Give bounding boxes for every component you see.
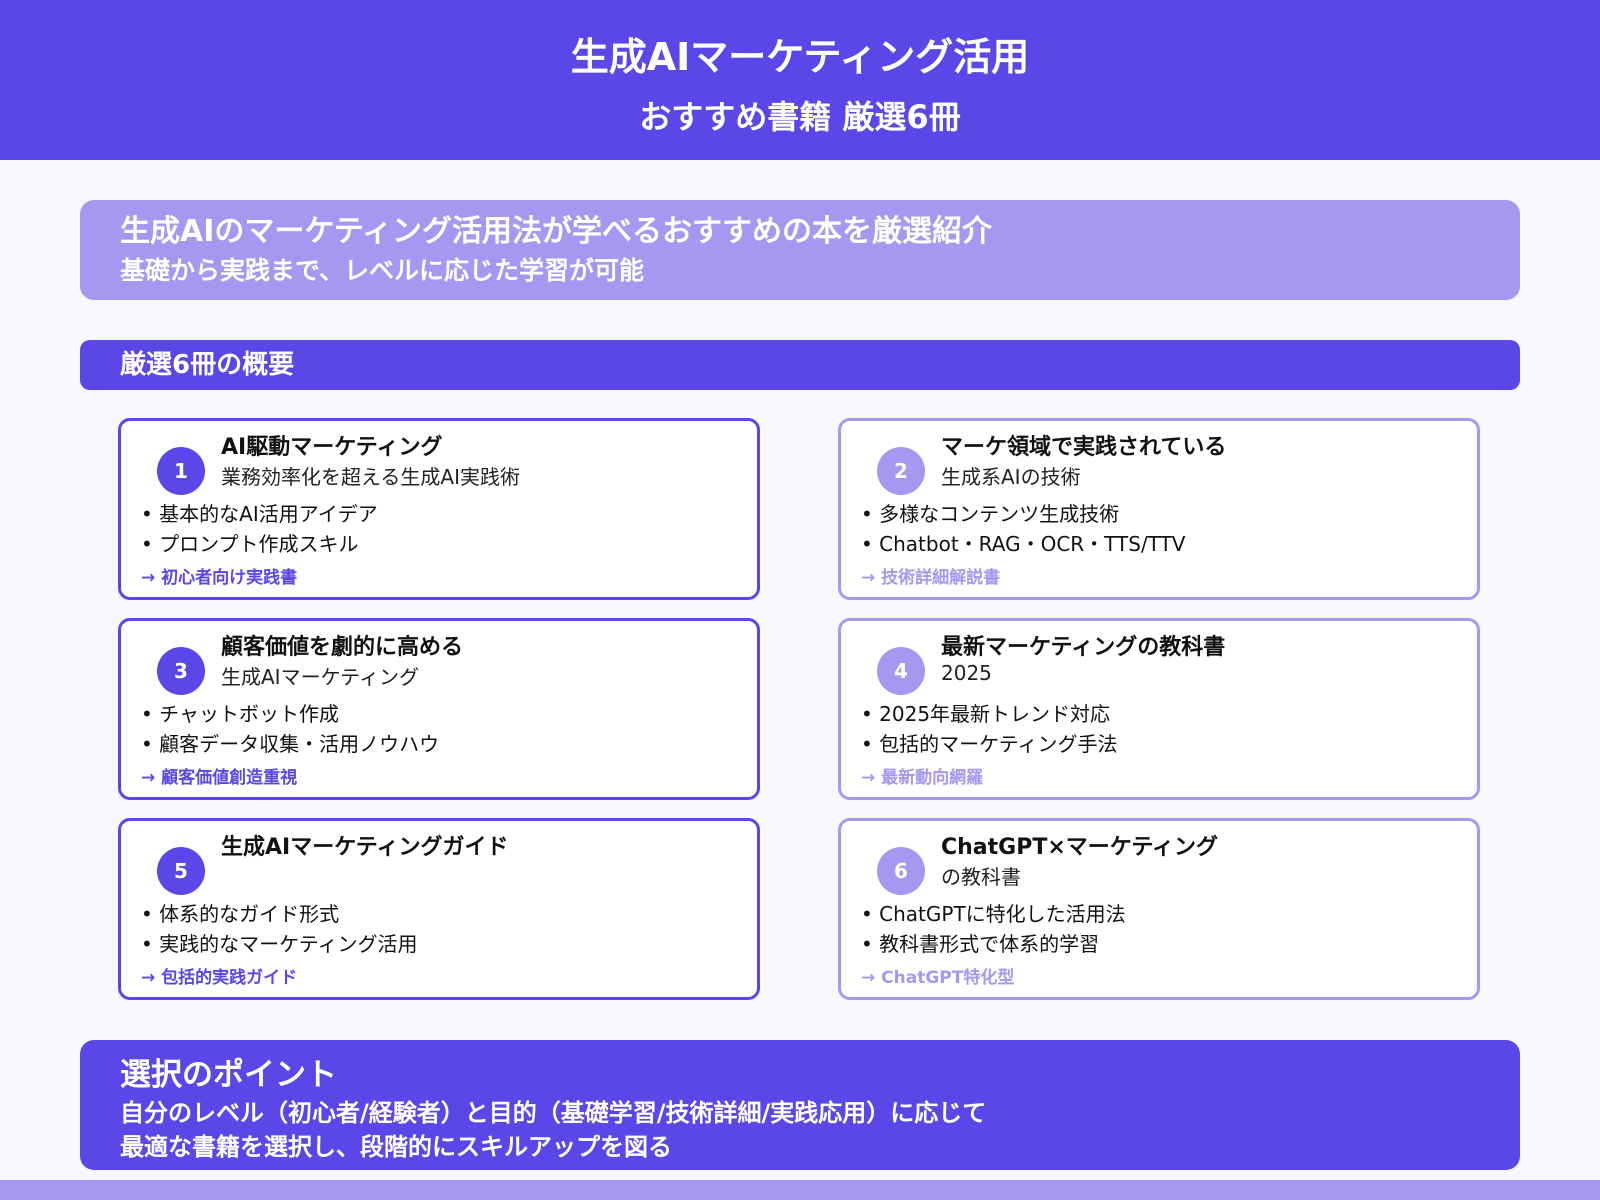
book-number-badge: 1 [157,447,205,495]
book-subtitle: 2025 [941,661,992,685]
book-category-tag: → ChatGPT特化型 [861,968,1015,988]
book-subtitle: 業務効率化を超える生成AI実践術 [221,465,520,489]
book-category-tag: → 顧客価値創造重視 [141,768,298,788]
section-header: 厳選6冊の概要 [80,340,1520,390]
book-features: ChatGPTに特化した活用法 教科書形式で体系的学習 [861,899,1126,959]
book-category-tag: → 技術詳細解説書 [861,568,1001,588]
book-title: 生成AIマーケティングガイド [221,835,509,860]
book-feature: 体系的なガイド形式 [141,899,418,929]
book-number-badge: 2 [877,447,925,495]
book-features: 体系的なガイド形式 実践的なマーケティング活用 [141,899,418,959]
book-card-3: 3 顧客価値を劇的に高める 生成AIマーケティング チャットボット作成 顧客デー… [118,618,760,800]
selection-points-title: 選択のポイント [120,1057,337,1093]
book-title: AI駆動マーケティング [221,435,443,460]
selection-points-text: 自分のレベル（初心者/経験者）と目的（基礎学習/技術詳細/実践応用）に応じて [120,1099,987,1127]
intro-headline: 生成AIのマーケティング活用法が学べるおすすめの本を厳選紹介 [120,214,992,249]
book-feature: 顧客データ収集・活用ノウハウ [141,729,439,759]
book-subtitle: 生成AIマーケティング [221,665,419,689]
page-subtitle: おすすめ書籍 厳選6冊 [639,98,961,136]
book-card-5: 5 生成AIマーケティングガイド 体系的なガイド形式 実践的なマーケティング活用… [118,818,760,1000]
book-feature: 包括的マーケティング手法 [861,729,1117,759]
book-subtitle: 生成系AIの技術 [941,465,1081,489]
book-card-1: 1 AI駆動マーケティング 業務効率化を超える生成AI実践術 基本的なAI活用ア… [118,418,760,600]
book-subtitle: の教科書 [941,865,1021,889]
book-feature: 実践的なマーケティング活用 [141,929,417,959]
book-title: ChatGPT×マーケティング [941,835,1219,860]
book-features: 2025年最新トレンド対応 包括的マーケティング手法 [861,699,1118,759]
book-feature: 多様なコンテンツ生成技術 [861,499,1185,529]
book-feature: 2025年最新トレンド対応 [861,699,1118,729]
book-number-badge: 5 [157,847,205,895]
book-card-4: 4 最新マーケティングの教科書 2025 2025年最新トレンド対応 包括的マー… [838,618,1480,800]
book-feature: 教科書形式で体系的学習 [861,929,1126,959]
book-features: 基本的なAI活用アイデア プロンプト作成スキル [141,499,378,559]
book-number-badge: 3 [157,647,205,695]
book-category-tag: → 初心者向け実践書 [141,568,298,588]
book-feature: ChatGPTに特化した活用法 [861,899,1126,929]
footer-bar [0,1180,1600,1200]
book-features: チャットボット作成 顧客データ収集・活用ノウハウ [141,699,439,759]
book-number-badge: 4 [877,647,925,695]
book-category-tag: → 包括的実践ガイド [141,968,298,988]
book-feature: チャットボット作成 [141,699,439,729]
book-feature: 基本的なAI活用アイデア [141,499,378,529]
book-title: 顧客価値を劇的に高める [221,635,464,660]
page-title: 生成AIマーケティング活用 [570,35,1030,79]
book-category-tag: → 最新動向網羅 [861,768,984,788]
book-card-6: 6 ChatGPT×マーケティング の教科書 ChatGPTに特化した活用法 教… [838,818,1480,1000]
book-title: 最新マーケティングの教科書 [941,635,1226,660]
selection-points-text: 最適な書籍を選択し、段階的にスキルアップを図る [120,1133,672,1161]
selection-points-panel: 選択のポイント 自分のレベル（初心者/経験者）と目的（基礎学習/技術詳細/実践応… [80,1040,1520,1170]
page-header: 生成AIマーケティング活用 おすすめ書籍 厳選6冊 [0,0,1600,160]
book-features: 多様なコンテンツ生成技術 Chatbot・RAG・OCR・TTS/TTV [861,499,1185,559]
book-title: マーケ領域で実践されている [941,435,1227,460]
intro-description: 基礎から実践まで、レベルに応じた学習が可能 [120,256,645,285]
intro-banner: 生成AIのマーケティング活用法が学べるおすすめの本を厳選紹介 基礎から実践まで、… [80,200,1520,300]
book-feature: Chatbot・RAG・OCR・TTS/TTV [861,529,1185,559]
book-number-badge: 6 [877,847,925,895]
book-card-2: 2 マーケ領域で実践されている 生成系AIの技術 多様なコンテンツ生成技術 Ch… [838,418,1480,600]
book-feature: プロンプト作成スキル [141,529,378,559]
